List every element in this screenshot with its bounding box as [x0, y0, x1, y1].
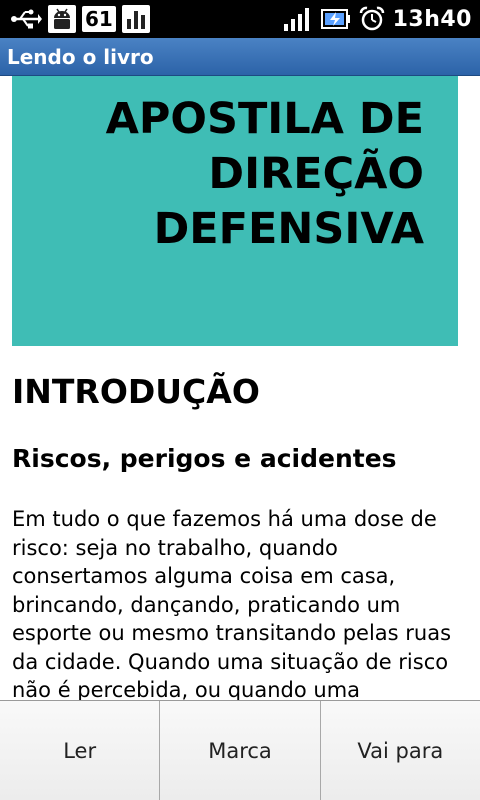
menu-item-go-to[interactable]: Vai para	[319, 701, 480, 800]
body-paragraph: Em tudo o que fazemos há uma dose de ris…	[12, 507, 452, 700]
title-bar: Lendo o livro	[0, 38, 480, 76]
notification-area[interactable]: 61	[0, 0, 150, 38]
section-heading: INTRODUÇÃO	[12, 372, 260, 411]
alarm-clock-icon	[359, 6, 385, 32]
cover-title: APOSTILA DE DIREÇÃO DEFENSIVA	[105, 94, 424, 254]
battery-icon	[320, 8, 351, 30]
status-bar: 61 13h40	[0, 0, 480, 38]
app-title: Lendo o livro	[7, 44, 154, 69]
book-content[interactable]: APOSTILA DE DIREÇÃO DEFENSIVA INTRODUÇÃO…	[0, 76, 480, 700]
bar-chart-icon	[121, 5, 150, 33]
menu-item-read[interactable]: Ler	[0, 701, 160, 800]
android-debug-icon	[48, 5, 76, 33]
menu-item-bookmark[interactable]: Marca	[159, 701, 320, 800]
book-cover: APOSTILA DE DIREÇÃO DEFENSIVA	[12, 76, 458, 346]
usb-icon	[10, 8, 42, 30]
section-subheading: Riscos, perigos e acidentes	[12, 444, 397, 473]
options-menu: Ler Marca Vai para	[0, 700, 480, 800]
signal-icon	[283, 6, 313, 32]
notification-count-badge: 61	[82, 6, 116, 32]
clock-time: 13h40	[392, 6, 472, 32]
